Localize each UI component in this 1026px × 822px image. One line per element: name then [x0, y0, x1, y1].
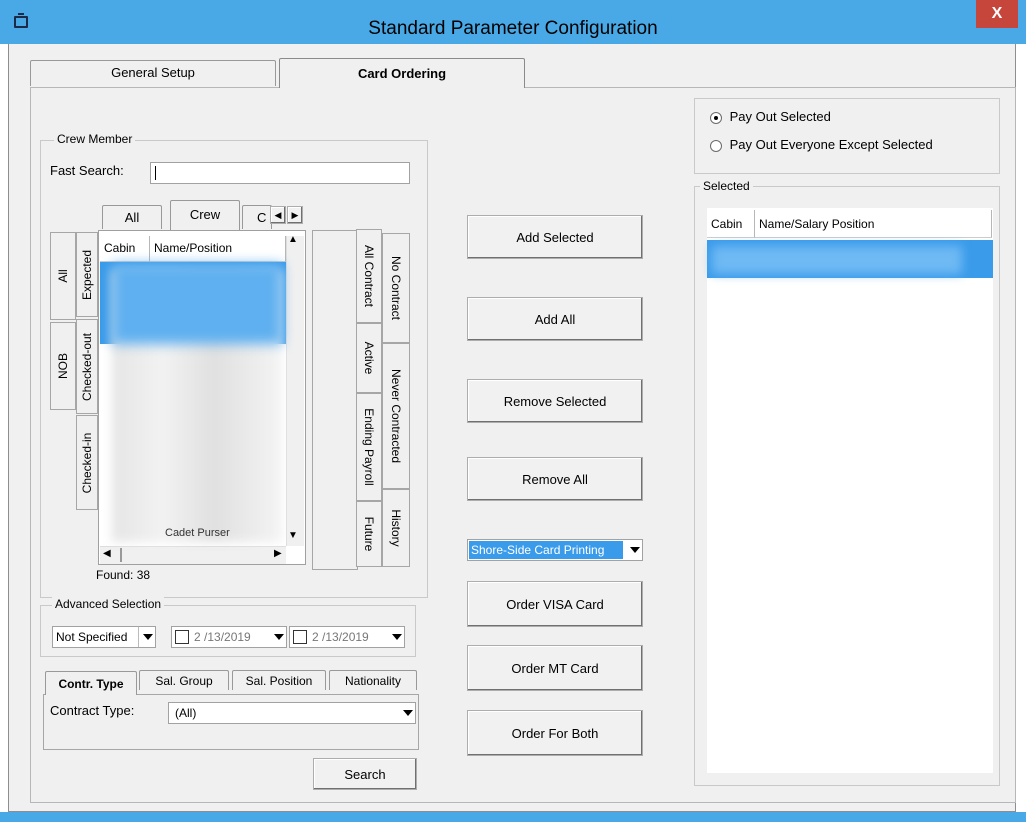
tab-active-label: Active [362, 341, 376, 375]
tab-never-contracted-label: Never Contracted [389, 368, 403, 464]
tab-all-vertical[interactable]: All [50, 232, 76, 320]
order-for-both-button[interactable]: Order For Both [467, 710, 643, 756]
tab-history-label: History [389, 509, 403, 547]
remove-selected-button[interactable]: Remove Selected [467, 379, 643, 423]
tab-checked-out[interactable]: Checked-out [76, 319, 98, 414]
tab-ending-payroll[interactable]: Ending Payroll [356, 393, 382, 501]
chevron-down-icon[interactable] [274, 634, 284, 640]
fast-search-input[interactable] [150, 162, 410, 184]
contract-type-label: Contract Type: [50, 703, 135, 718]
tab-crew[interactable]: Crew [170, 200, 240, 230]
crew-vertical-scrollbar[interactable] [286, 236, 304, 546]
tab-active[interactable]: Active [356, 323, 382, 393]
scroll-down-icon[interactable]: ▼ [288, 530, 298, 541]
tab-checked-in-label: Checked-in [80, 432, 94, 493]
redacted-selected-row [712, 246, 962, 274]
tab-all-vertical-label: All [56, 269, 70, 283]
tab-sal-position[interactable]: Sal. Position [232, 670, 326, 690]
fast-search-label: Fast Search: [50, 163, 124, 178]
start-date-checkbox[interactable] [175, 630, 189, 644]
tab-checked-out-label: Checked-out [80, 332, 94, 401]
start-date-picker[interactable]: 2 /13/2019 [171, 626, 287, 648]
payout-selected-radio[interactable] [710, 111, 722, 124]
end-date-picker[interactable]: 2 /13/2019 [289, 626, 405, 648]
order-visa-card-button[interactable]: Order VISA Card [467, 581, 643, 627]
selected-grid[interactable] [707, 208, 993, 773]
scroll-left-icon[interactable]: ◀ [270, 206, 286, 224]
tab-expected-label: Expected [80, 249, 94, 300]
advanced-selection-dropdown[interactable]: Not Specified [52, 626, 156, 648]
scroll-right-icon[interactable]: ▶ [287, 206, 303, 224]
scroll-up-icon[interactable]: ▲ [288, 234, 298, 245]
tab-ending-payroll-label: Ending Payroll [362, 408, 376, 486]
add-selected-button[interactable]: Add Selected [467, 215, 643, 259]
advanced-selection-legend: Advanced Selection [52, 597, 165, 611]
tab-c[interactable]: C [242, 205, 272, 229]
start-date-value: 2 /13/2019 [194, 630, 251, 644]
payout-except-radio[interactable] [710, 139, 722, 152]
tab-card-ordering[interactable]: Card Ordering [279, 58, 525, 88]
close-button[interactable]: X [976, 0, 1018, 28]
selected-column-cabin[interactable]: Cabin [707, 210, 755, 238]
chevron-down-icon [630, 547, 640, 553]
redacted-selection [112, 264, 282, 344]
crew-member-legend: Crew Member [54, 132, 136, 146]
advanced-selection-value: Not Specified [56, 630, 128, 644]
tab-all[interactable]: All [102, 205, 162, 229]
scroll-h-left-icon[interactable]: ◀ [103, 548, 111, 559]
tab-nationality[interactable]: Nationality [329, 670, 417, 690]
column-header-name-position[interactable]: Name/Position [150, 236, 286, 262]
list-item-partial: Cadet Purser [165, 527, 230, 539]
status-tab-area [312, 230, 358, 570]
column-header-cabin[interactable]: Cabin [100, 236, 150, 262]
payout-selected-label: Pay Out Selected [729, 109, 831, 124]
tab-no-contract[interactable]: No Contract [382, 233, 410, 343]
chevron-down-icon[interactable] [392, 634, 402, 640]
payout-selected-option[interactable]: Pay Out Selected [710, 109, 831, 124]
found-count: Found: 38 [96, 568, 151, 582]
chevron-down-icon [143, 634, 153, 640]
payout-except-option[interactable]: Pay Out Everyone Except Selected [710, 137, 933, 152]
contract-type-dropdown[interactable]: (All) [168, 702, 416, 724]
tab-nob[interactable]: NOB [50, 322, 76, 410]
tab-sal-group[interactable]: Sal. Group [139, 670, 229, 690]
card-printing-dropdown[interactable]: Shore-Side Card Printing [467, 539, 643, 561]
tab-all-contract-label: All Contract [362, 244, 376, 308]
selected-column-name-salary[interactable]: Name/Salary Position [755, 210, 992, 238]
selected-legend: Selected [700, 179, 753, 193]
end-date-value: 2 /13/2019 [312, 630, 369, 644]
window-title: Standard Parameter Configuration [368, 18, 658, 39]
scroll-h-right-icon[interactable]: ▶ [274, 548, 282, 559]
tab-history[interactable]: History [382, 489, 410, 567]
tab-never-contracted[interactable]: Never Contracted [382, 343, 410, 489]
tab-checked-in[interactable]: Checked-in [76, 415, 98, 510]
scroll-h-thumb[interactable] [120, 548, 122, 562]
tab-future-label: Future [362, 516, 376, 552]
order-mt-card-button[interactable]: Order MT Card [467, 645, 643, 691]
text-cursor [155, 166, 156, 180]
chevron-down-icon [403, 710, 413, 716]
tab-no-contract-label: No Contract [389, 255, 403, 321]
dropdown-button[interactable] [138, 627, 155, 647]
end-date-checkbox[interactable] [293, 630, 307, 644]
add-all-button[interactable]: Add All [467, 297, 643, 341]
card-printing-value: Shore-Side Card Printing [471, 543, 605, 557]
tab-general-setup[interactable]: General Setup [30, 60, 276, 86]
tab-future[interactable]: Future [356, 501, 382, 567]
remove-all-button[interactable]: Remove All [467, 457, 643, 501]
contract-type-value: (All) [175, 706, 197, 720]
search-button[interactable]: Search [313, 758, 417, 790]
tab-nob-label: NOB [56, 352, 70, 380]
tab-expected[interactable]: Expected [76, 232, 98, 317]
payout-except-label: Pay Out Everyone Except Selected [729, 137, 933, 152]
crew-horizontal-scrollbar[interactable] [100, 546, 286, 564]
tab-all-contract[interactable]: All Contract [356, 229, 382, 323]
window-bottom-border [0, 812, 1026, 822]
tab-contr-type[interactable]: Contr. Type [45, 671, 137, 695]
